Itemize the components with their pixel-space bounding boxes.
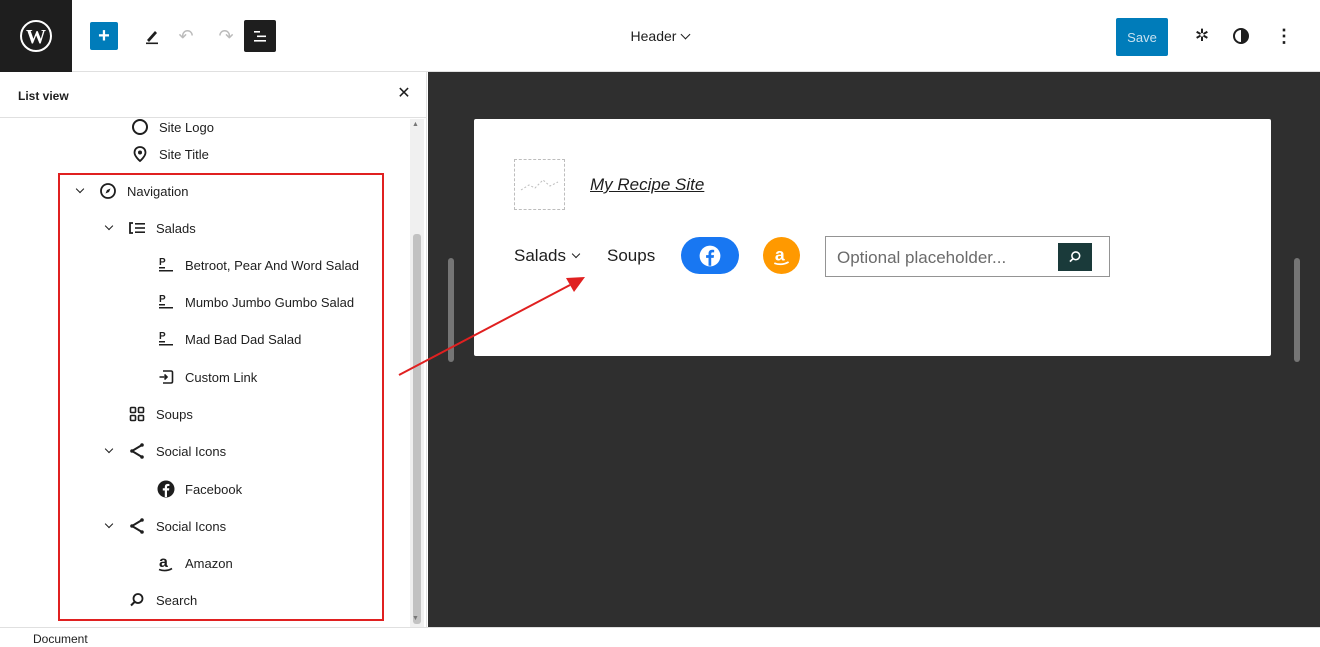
- breadcrumb-document[interactable]: Document: [33, 632, 88, 646]
- chevron-down-icon: [571, 249, 581, 259]
- tree-scrollbar-thumb[interactable]: [413, 234, 421, 624]
- half-circle-icon: [1233, 28, 1249, 44]
- amazon-icon: a: [773, 245, 789, 265]
- amazon-social-link[interactable]: a: [763, 237, 800, 274]
- site-logo-icon: [130, 119, 150, 137]
- editor-toolbar: W + ↶ ↷ Header Save ✲ ⋮: [0, 0, 1320, 72]
- options-button[interactable]: ⋮: [1270, 22, 1298, 50]
- svg-text:a: a: [774, 245, 784, 264]
- chevron-down-icon: [681, 29, 691, 40]
- styles-button[interactable]: [1227, 22, 1255, 50]
- search-input[interactable]: Optional placeholder...: [837, 248, 1006, 268]
- more-vertical-icon: ⋮: [1275, 25, 1293, 46]
- close-icon[interactable]: ✕: [394, 84, 414, 104]
- site-title-link[interactable]: My Recipe Site: [590, 175, 704, 195]
- search-submit-button[interactable]: [1058, 243, 1092, 271]
- scroll-up-icon[interactable]: ▲: [412, 121, 419, 128]
- tree-item-site-title[interactable]: Site Title: [130, 139, 209, 169]
- nav-item-salads[interactable]: Salads: [514, 246, 581, 266]
- facebook-icon: [699, 245, 721, 266]
- image-placeholder-icon: [520, 179, 559, 191]
- scroll-down-icon[interactable]: ▼: [412, 615, 419, 622]
- list-view-header: List view ✕: [0, 72, 427, 118]
- gear-icon: ✲: [1194, 26, 1210, 45]
- site-logo-placeholder[interactable]: [514, 159, 565, 210]
- tree-item-label: Site Logo: [159, 119, 214, 135]
- map-pin-icon: [130, 144, 150, 164]
- search-icon: [1069, 251, 1081, 263]
- document-title: Header: [630, 28, 677, 44]
- right-resize-handle[interactable]: [1294, 258, 1300, 362]
- block-breadcrumb: Document: [0, 627, 1320, 647]
- facebook-social-link[interactable]: [681, 237, 739, 274]
- settings-button[interactable]: ✲: [1188, 22, 1216, 50]
- nav-item-soups[interactable]: Soups: [607, 246, 655, 266]
- annotation-highlight-box: [58, 173, 384, 621]
- search-block[interactable]: Optional placeholder...: [825, 236, 1110, 277]
- save-button[interactable]: Save: [1116, 18, 1168, 56]
- list-view-title: List view: [18, 89, 69, 103]
- left-resize-handle[interactable]: [448, 258, 454, 362]
- tree-item-label: Site Title: [159, 146, 209, 162]
- nav-label: Salads: [514, 246, 566, 265]
